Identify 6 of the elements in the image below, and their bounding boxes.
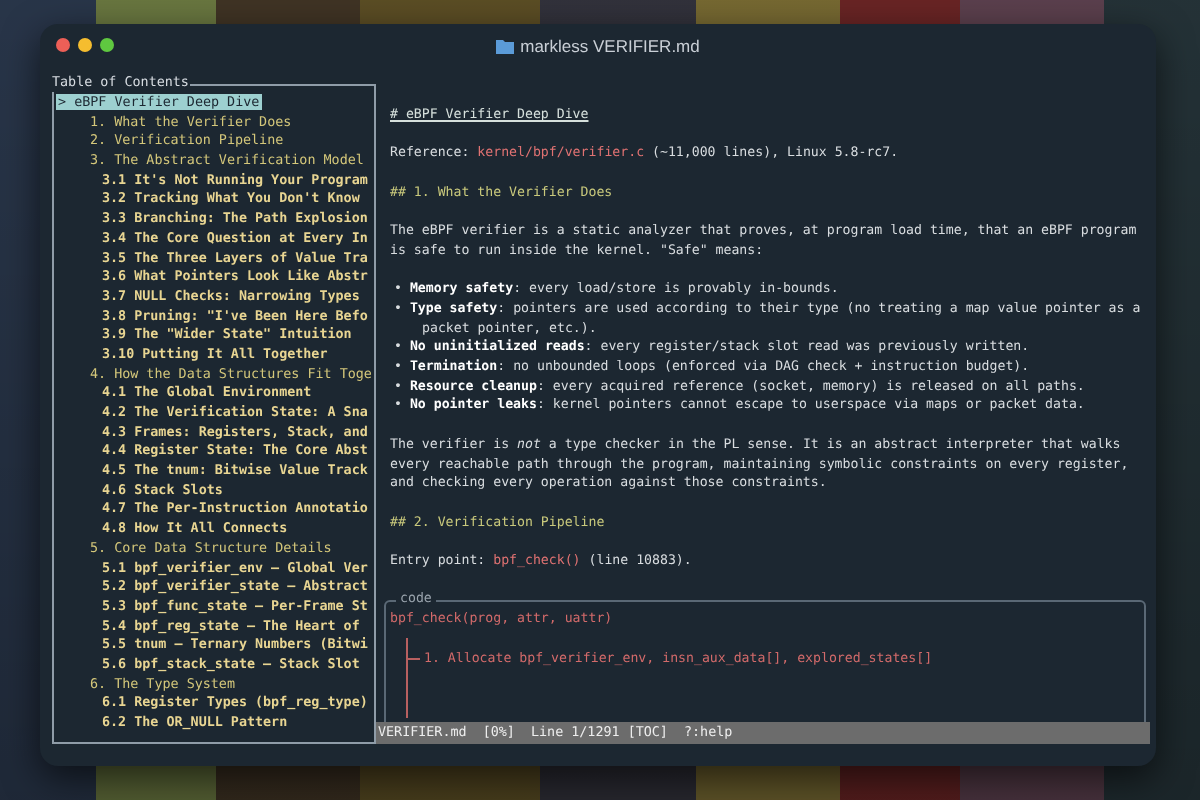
close-button[interactable] xyxy=(56,38,70,52)
folder-icon xyxy=(496,37,515,53)
maximize-button[interactable] xyxy=(100,38,114,52)
minimize-button[interactable] xyxy=(78,38,92,52)
tree-connector xyxy=(406,637,422,718)
window-title: markless VERIFIER.md xyxy=(520,35,700,55)
